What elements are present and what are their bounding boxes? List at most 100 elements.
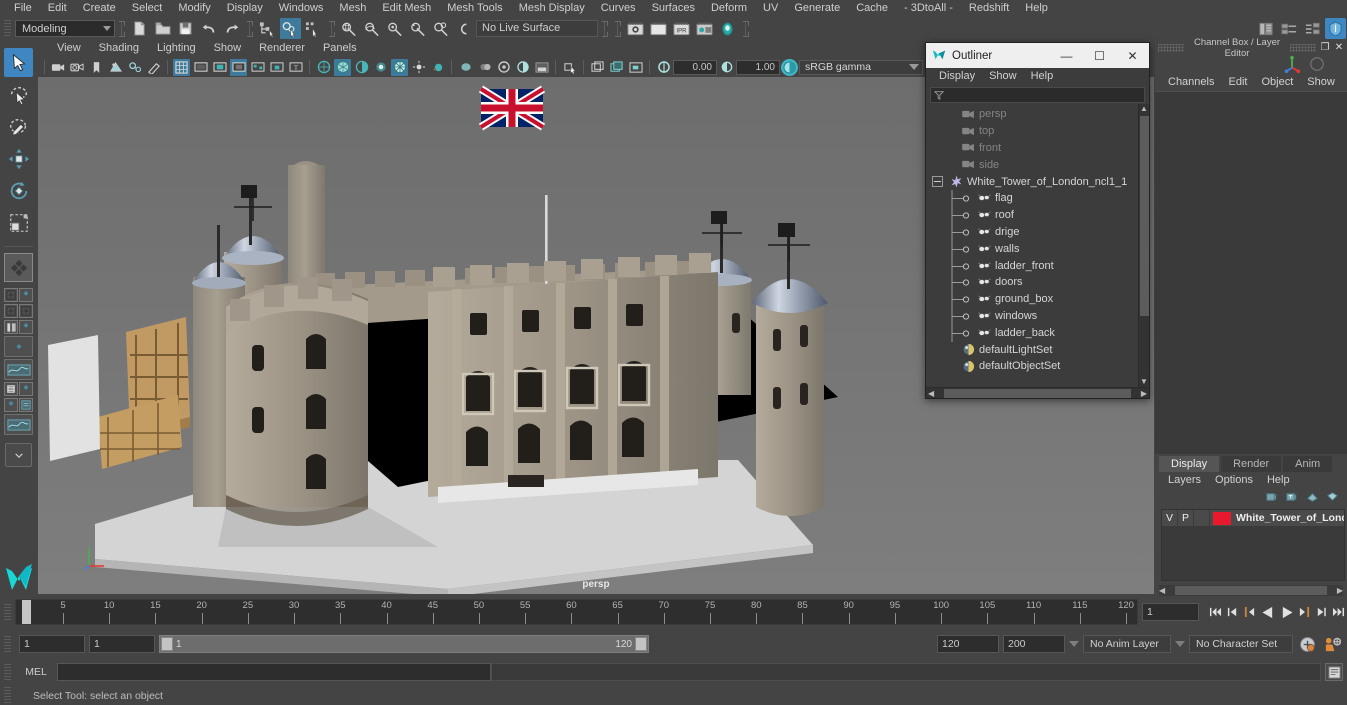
lasso-tool[interactable] bbox=[4, 80, 33, 109]
shadows-icon[interactable] bbox=[410, 59, 427, 76]
new-layer-icon[interactable] bbox=[1265, 491, 1279, 506]
xray-joints-icon[interactable] bbox=[249, 59, 266, 76]
menu-3dtoall[interactable]: - 3DtoAll - bbox=[896, 0, 961, 17]
outliner-item-top[interactable]: top bbox=[926, 123, 1138, 140]
menu-deform[interactable]: Deform bbox=[703, 0, 755, 17]
color-space-selector[interactable]: sRGB gamma bbox=[799, 60, 923, 75]
menu-redshift[interactable]: Redshift bbox=[961, 0, 1017, 17]
outliner-tree[interactable]: persptopfrontsideWhite_Tower_of_London_n… bbox=[926, 104, 1149, 387]
display-layer-list[interactable]: V P White_Tower_of_London bbox=[1161, 509, 1345, 581]
outliner-item-front[interactable]: front bbox=[926, 140, 1138, 157]
layer-color-swatch[interactable] bbox=[1213, 512, 1231, 525]
range-start-field[interactable]: 1 bbox=[89, 635, 155, 653]
depth-of-field-icon[interactable] bbox=[495, 59, 512, 76]
animation-preferences-icon[interactable] bbox=[1321, 636, 1343, 653]
undock-button[interactable]: ❐ bbox=[1319, 42, 1331, 54]
current-frame-field[interactable]: 1 bbox=[1142, 603, 1199, 621]
menu-file[interactable]: File bbox=[6, 0, 40, 17]
command-line-grip[interactable] bbox=[4, 664, 11, 681]
camera-attributes-icon[interactable] bbox=[69, 59, 86, 76]
character-set-field[interactable]: No Character Set bbox=[1189, 635, 1293, 653]
more-layouts-button[interactable] bbox=[5, 443, 32, 467]
scroll-up-arrow-icon[interactable]: ▲ bbox=[1140, 104, 1148, 114]
exposure-reset-icon[interactable] bbox=[655, 59, 672, 76]
layer-row[interactable]: V P White_Tower_of_London bbox=[1162, 510, 1344, 527]
range-bar[interactable]: 1 120 bbox=[159, 635, 649, 653]
play-forwards-button[interactable] bbox=[1278, 604, 1295, 621]
menu-display[interactable]: Display bbox=[219, 0, 271, 17]
two-d-pan-zoom-icon[interactable] bbox=[126, 59, 143, 76]
motion-blur-icon[interactable] bbox=[457, 59, 474, 76]
time-slider[interactable]: 5101520253035404550556065707580859095100… bbox=[15, 599, 1138, 625]
viewport-snapshot-2-icon[interactable] bbox=[608, 59, 625, 76]
range-end-field[interactable]: 120 bbox=[937, 635, 999, 653]
hypershade-persp-icon[interactable] bbox=[4, 320, 18, 334]
new-layer-from-selected-icon[interactable] bbox=[1285, 491, 1299, 506]
texture-toggle-icon[interactable] bbox=[514, 59, 531, 76]
save-scene-icon[interactable] bbox=[175, 18, 196, 39]
outliner-item-doors[interactable]: doors bbox=[926, 274, 1138, 291]
layout-persp-diamond-2[interactable] bbox=[4, 398, 18, 412]
animation-end-field[interactable]: 200 bbox=[1003, 635, 1065, 653]
toolbar-separator-1[interactable] bbox=[121, 21, 122, 37]
command-input[interactable] bbox=[57, 663, 491, 681]
outliner-item-defaultobjectset[interactable]: defaultObjectSet bbox=[926, 358, 1138, 375]
viewport-render-region-icon[interactable] bbox=[627, 59, 644, 76]
step-forward-frame-button[interactable] bbox=[1297, 604, 1312, 621]
render-current-frame-icon[interactable] bbox=[625, 18, 646, 39]
menu-curves[interactable]: Curves bbox=[593, 0, 644, 17]
snap-to-grid-icon[interactable] bbox=[339, 18, 360, 39]
layers-options-menu[interactable]: Options bbox=[1208, 472, 1260, 489]
character-set-dropdown-arrow-icon[interactable] bbox=[1175, 641, 1185, 647]
default-light-icon[interactable] bbox=[372, 59, 389, 76]
light-shading-icon[interactable] bbox=[353, 59, 370, 76]
smooth-shade-all-icon[interactable] bbox=[315, 59, 332, 76]
toolbar-separator-2[interactable] bbox=[249, 21, 250, 37]
step-back-key-button[interactable] bbox=[1225, 604, 1240, 621]
snap-to-curve-icon[interactable] bbox=[362, 18, 383, 39]
auto-key-icon[interactable] bbox=[1297, 636, 1317, 653]
outliner-item-ground-box[interactable]: ground_box bbox=[926, 291, 1138, 308]
multisample-aa-icon[interactable] bbox=[476, 59, 493, 76]
menu-mesh[interactable]: Mesh bbox=[331, 0, 374, 17]
channel-box-content[interactable] bbox=[1155, 91, 1347, 454]
outliner-item-ladder-front[interactable]: ladder_front bbox=[926, 257, 1138, 274]
layout-persp-graph-wide-2[interactable] bbox=[4, 414, 33, 435]
new-scene-icon[interactable] bbox=[129, 18, 150, 39]
rotate-manipulator-icon[interactable] bbox=[1309, 56, 1325, 75]
outliner-window[interactable]: Outliner — ☐ ✕ Display Show Help perspto… bbox=[925, 42, 1150, 399]
step-back-frame-button[interactable] bbox=[1242, 604, 1257, 621]
scroll-down-arrow-icon[interactable]: ▼ bbox=[1140, 377, 1148, 387]
layer-list-hscroll[interactable]: ◀ ▶ bbox=[1159, 585, 1343, 596]
menu-edit[interactable]: Edit bbox=[40, 0, 75, 17]
panel-drag-dots[interactable] bbox=[1158, 44, 1184, 52]
isolate-select-icon[interactable] bbox=[533, 59, 550, 76]
all-lights-icon[interactable] bbox=[391, 59, 408, 76]
menu-select[interactable]: Select bbox=[124, 0, 171, 17]
layer-move-down-icon[interactable] bbox=[1325, 491, 1339, 506]
channels-menu[interactable]: Channels bbox=[1161, 73, 1221, 91]
single-pane-icon[interactable] bbox=[4, 288, 18, 302]
outliner-item-ladder-back[interactable]: ladder_back bbox=[926, 324, 1138, 341]
move-manipulator-icon[interactable] bbox=[1283, 55, 1301, 76]
viewport-menu-lighting[interactable]: Lighting bbox=[148, 40, 205, 57]
film-gate-icon[interactable] bbox=[192, 59, 209, 76]
time-slider-grip[interactable] bbox=[4, 604, 11, 621]
anim-layer-field[interactable]: No Anim Layer bbox=[1083, 635, 1171, 653]
range-right-handle[interactable] bbox=[635, 637, 647, 651]
outliner-item-walls[interactable]: walls bbox=[926, 240, 1138, 257]
close-button[interactable]: ✕ bbox=[1116, 43, 1149, 68]
menu-surfaces[interactable]: Surfaces bbox=[644, 0, 703, 17]
render-settings-icon[interactable] bbox=[694, 18, 715, 39]
outliner-horizontal-scrollbar[interactable]: ◀ ▶ bbox=[926, 387, 1149, 398]
go-to-end-button[interactable] bbox=[1331, 604, 1346, 621]
layout-outliner-list[interactable] bbox=[4, 382, 18, 396]
outliner-vertical-scrollbar[interactable]: ▲ ▼ bbox=[1138, 104, 1149, 387]
outliner-scroll-thumb[interactable] bbox=[1140, 116, 1149, 316]
persp-graph-icon[interactable] bbox=[19, 304, 33, 318]
menu-generate[interactable]: Generate bbox=[786, 0, 848, 17]
search-filter-icon[interactable] bbox=[931, 90, 947, 100]
two-pane-icon[interactable] bbox=[19, 288, 33, 302]
color-management-icon[interactable] bbox=[781, 59, 798, 76]
grease-pencil-icon[interactable] bbox=[145, 59, 162, 76]
